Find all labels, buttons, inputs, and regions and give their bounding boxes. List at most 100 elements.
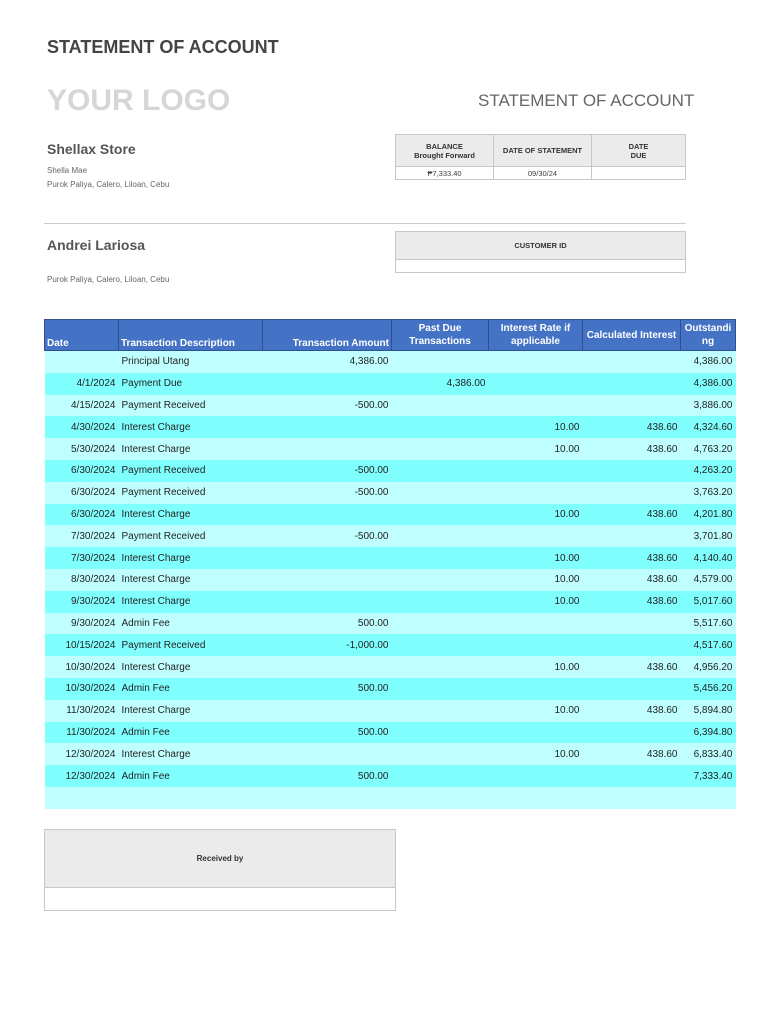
table-cell <box>391 634 489 657</box>
table-cell: 438.60 <box>582 438 681 460</box>
table-cell <box>262 503 392 526</box>
balance-value: ₱7,333.40 <box>395 166 494 180</box>
table-cell <box>582 350 681 373</box>
table-cell: Interest Charge <box>118 590 263 613</box>
table-cell <box>391 699 489 722</box>
table-cell: 500.00 <box>262 677 392 700</box>
table-cell <box>488 765 583 787</box>
table-cell: 438.60 <box>582 547 681 569</box>
table-cell: 4,386.00 <box>680 372 736 395</box>
statement-page: STATEMENT OF ACCOUNT YOUR LOGO STATEMENT… <box>0 0 768 1024</box>
table-cell <box>582 612 681 635</box>
table-cell <box>262 568 392 591</box>
table-cell <box>488 612 583 635</box>
table-cell: Interest Charge <box>118 547 263 569</box>
table-cell: 6/30/2024 <box>44 481 119 504</box>
table-cell: 4,140.40 <box>680 547 736 569</box>
table-cell: 4,517.60 <box>680 634 736 657</box>
col-calculated-interest: Calculated Interest <box>582 319 681 351</box>
table-cell: 6,833.40 <box>680 743 736 766</box>
table-cell: Interest Charge <box>118 743 263 766</box>
table-cell: 8/30/2024 <box>44 568 119 591</box>
page-title: STATEMENT OF ACCOUNT <box>47 37 279 57</box>
table-cell: 4/15/2024 <box>44 394 119 417</box>
table-cell: Interest Charge <box>118 656 263 678</box>
table-cell: 5,894.80 <box>680 699 736 722</box>
table-cell: 3,886.00 <box>680 394 736 417</box>
table-cell: 438.60 <box>582 503 681 526</box>
table-row: 9/30/2024 Admin Fee 500.00 5,517.60 <box>44 612 736 635</box>
table-cell: -500.00 <box>262 459 392 482</box>
table-cell <box>488 394 583 417</box>
table-cell: 4,386.00 <box>391 372 489 395</box>
col-outstanding: Outstanding <box>680 319 736 351</box>
received-by-label: Received by <box>45 830 395 888</box>
table-cell: 5,456.20 <box>680 677 736 700</box>
customer-id-header: CUSTOMER ID <box>395 231 686 260</box>
table-row: 10/30/2024 Admin Fee 500.00 5,456.20 <box>44 677 736 700</box>
date-statement-value: 09/30/24 <box>493 166 592 180</box>
col-interest-rate: Interest Rate if applicable <box>488 319 583 351</box>
table-cell: 4,386.00 <box>680 350 736 373</box>
table-cell: -500.00 <box>262 394 392 417</box>
table-cell <box>582 372 681 395</box>
table-cell: 5,017.60 <box>680 590 736 613</box>
table-cell <box>262 590 392 613</box>
logo-placeholder: YOUR LOGO <box>47 84 231 117</box>
table-cell <box>391 350 489 373</box>
table-cell: 4,579.00 <box>680 568 736 591</box>
table-cell: 10.00 <box>488 656 583 678</box>
table-cell <box>582 481 681 504</box>
table-cell <box>391 612 489 635</box>
table-cell <box>582 634 681 657</box>
table-cell <box>391 547 489 569</box>
table-cell: 10/30/2024 <box>44 677 119 700</box>
table-cell: Admin Fee <box>118 612 263 635</box>
table-cell: 5/30/2024 <box>44 438 119 460</box>
table-cell <box>488 372 583 395</box>
table-cell: 10.00 <box>488 438 583 460</box>
table-cell: Payment Received <box>118 525 263 548</box>
sender-contact: Shella Mae <box>47 166 88 175</box>
table-cell <box>262 438 392 460</box>
table-cell <box>262 416 392 439</box>
col-date: Date <box>44 319 119 351</box>
table-row: 12/30/2024 Admin Fee 500.00 7,333.40 <box>44 765 736 787</box>
table-cell <box>391 438 489 460</box>
col-description: Transaction Description <box>118 319 263 351</box>
table-cell: -500.00 <box>262 525 392 548</box>
store-name: Shellax Store <box>47 141 136 157</box>
table-cell <box>391 481 489 504</box>
table-cell: 438.60 <box>582 656 681 678</box>
customer-address: Purok Paliya, Calero, Liloan, Cebu <box>47 275 170 284</box>
document-title: STATEMENT OF ACCOUNT <box>478 91 695 110</box>
transactions-table: Date Transaction Description Transaction… <box>44 319 736 809</box>
table-cell <box>582 525 681 548</box>
table-cell: 4/1/2024 <box>44 372 119 395</box>
table-cell <box>391 503 489 526</box>
date-due-header: DATE DUE <box>591 134 686 167</box>
received-by-box: Received by <box>44 829 396 911</box>
table-cell: 500.00 <box>262 612 392 635</box>
table-cell <box>391 743 489 766</box>
table-cell: 11/30/2024 <box>44 699 119 722</box>
table-cell: 6/30/2024 <box>44 503 119 526</box>
table-cell <box>488 525 583 548</box>
table-row: 6/30/2024 Interest Charge 10.00 438.60 4,201… <box>44 503 736 526</box>
table-row: 6/30/2024 Payment Received -500.00 4,263.20 <box>44 459 736 482</box>
table-cell <box>488 677 583 700</box>
table-row: 5/30/2024 Interest Charge 10.00 438.60 4,763… <box>44 438 736 460</box>
table-cell: 7/30/2024 <box>44 547 119 569</box>
table-cell: 10.00 <box>488 503 583 526</box>
table-cell: 10.00 <box>488 416 583 439</box>
divider <box>44 223 686 224</box>
table-cell <box>391 656 489 678</box>
summary-table: BALANCE Brought Forward DATE OF STATEMENT… <box>395 134 686 180</box>
table-cell <box>262 743 392 766</box>
col-past-due: Past Due Transactions <box>391 319 489 351</box>
received-by-field[interactable] <box>45 888 395 910</box>
empty-row <box>44 786 736 809</box>
table-cell: 4,263.20 <box>680 459 736 482</box>
table-cell: Payment Due <box>118 372 263 395</box>
table-cell: 438.60 <box>582 568 681 591</box>
